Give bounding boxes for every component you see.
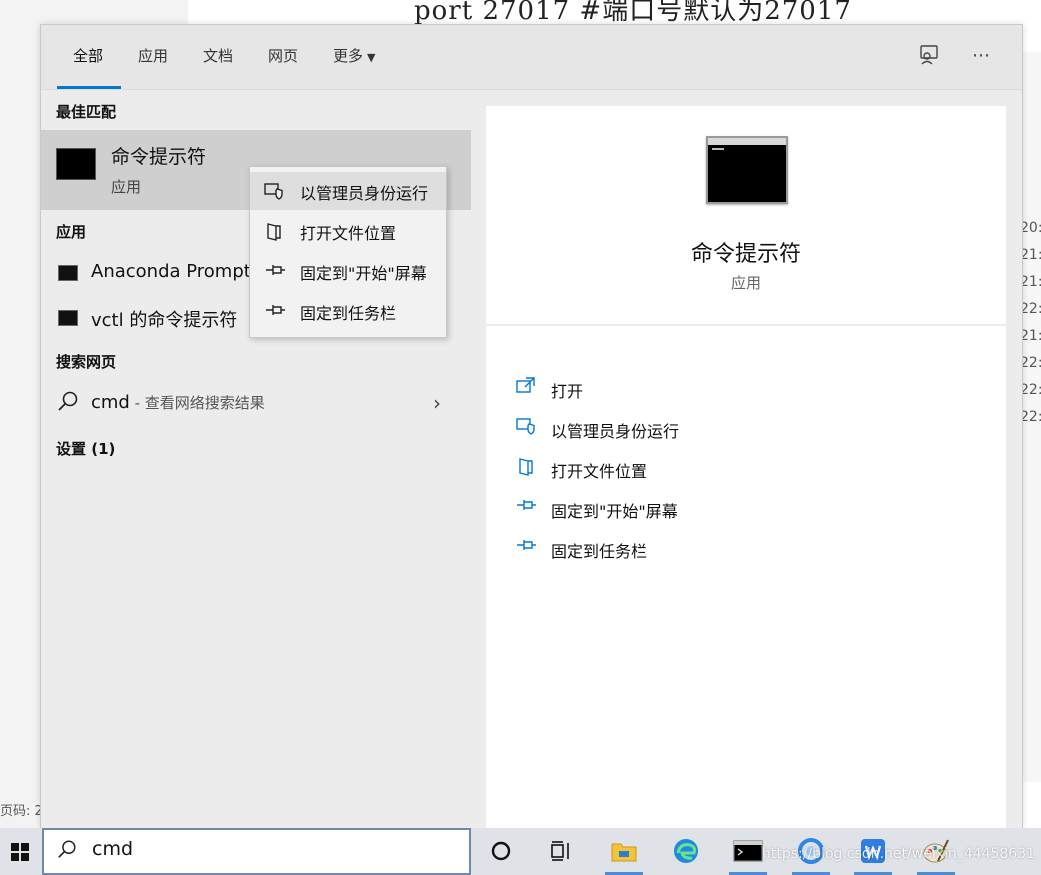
taskbar-search-box[interactable] [42,828,471,875]
start-button[interactable] [0,828,40,875]
pin-icon [264,302,285,320]
background-code-line: port 27017 #端口号默认为27017 [414,0,852,26]
time-cell: 21: [1020,247,1041,263]
feedback-icon[interactable] [917,43,941,67]
web-hint: - 查看网络搜索结果 [129,394,265,412]
search-tab-bar: 全部 应用 文档 网页 更多 ▼ ⋯ [41,25,1022,90]
action-label: 固定到任务栏 [551,542,648,561]
web-result-label: cmd - 查看网络搜索结果 [91,392,265,413]
tab-label: 网页 [268,47,299,65]
tab-label: 应用 [138,47,169,65]
chevron-down-icon: ▼ [367,51,376,64]
context-pin-to-taskbar[interactable]: 固定到任务栏 [250,292,446,330]
command-prompt-taskbar-icon[interactable] [733,836,763,866]
time-cell: 22: [1020,382,1041,398]
terminal-icon [58,265,78,281]
tab-web[interactable]: 网页 [268,45,298,66]
cortana-icon[interactable] [486,836,516,866]
action-pin-to-start[interactable]: 固定到"开始"屏幕 [486,488,1006,528]
tab-label: 全部 [73,47,104,65]
chevron-right-icon[interactable]: › [433,391,441,415]
windows-logo-icon [11,842,29,861]
watermark: https://blog.csdn.net/weixin_44458631 [762,846,1036,862]
action-pin-to-taskbar[interactable]: 固定到任务栏 [486,528,1006,568]
preview-panel: 命令提示符 应用 打开 以管理员身份运行 打开文件位置 固定到"开始"屏幕 固定… [486,106,1006,828]
open-icon [515,377,537,397]
task-view-icon[interactable] [546,836,576,866]
time-cell: 21: [1020,274,1041,290]
start-search-window: 全部 应用 文档 网页 更多 ▼ ⋯ 最佳匹配 命令提示符 应用 应用 Anaco… [40,24,1023,829]
background-footer: 页码: 2 [0,804,43,819]
admin-shield-icon [515,417,537,437]
action-label: 打开文件位置 [551,462,648,481]
time-cell: 21: [1020,328,1041,344]
tab-label: 文档 [203,47,234,65]
best-match-subtitle: 应用 [111,178,142,196]
context-menu: 以管理员身份运行 打开文件位置 固定到"开始"屏幕 固定到任务栏 [249,166,447,338]
web-search-result[interactable]: cmd - 查看网络搜索结果 › [41,384,471,424]
pin-icon [515,497,537,517]
context-item-label: 打开文件位置 [300,224,397,243]
context-pin-to-start[interactable]: 固定到"开始"屏幕 [250,252,446,290]
admin-shield-icon [264,182,284,200]
more-options-icon[interactable]: ⋯ [969,43,993,67]
edge-browser-icon[interactable] [671,836,701,866]
section-settings[interactable]: 设置 (1) [56,438,115,459]
best-match-title: 命令提示符 [111,146,207,168]
action-label: 打开 [551,382,584,401]
tab-all[interactable]: 全部 [73,45,103,66]
active-tab-indicator [57,86,121,89]
action-label: 以管理员身份运行 [551,422,680,441]
tab-label: 更多 [333,47,364,65]
pin-icon [515,537,537,557]
time-cell: 20: [1020,220,1041,236]
pin-icon [264,262,285,280]
preview-subtitle: 应用 [730,274,761,292]
tab-documents[interactable]: 文档 [203,45,233,66]
file-explorer-icon[interactable] [609,836,639,866]
folder-location-icon [264,222,284,241]
terminal-icon [58,310,78,326]
action-open-file-location[interactable]: 打开文件位置 [486,448,1006,488]
time-cell: 22: [1020,355,1041,371]
time-cell: 22: [1020,409,1041,425]
app-item-label: vctl 的命令提示符 [91,310,238,331]
preview-title: 命令提示符 [690,242,801,267]
app-item-label: Anaconda Prompt [91,261,251,282]
web-query: cmd [91,392,130,413]
search-icon [56,839,78,866]
command-prompt-icon [56,148,96,180]
context-item-label: 以管理员身份运行 [300,184,429,203]
context-open-file-location[interactable]: 打开文件位置 [250,212,446,250]
action-run-as-admin[interactable]: 以管理员身份运行 [486,408,1006,448]
context-item-label: 固定到"开始"屏幕 [300,264,427,283]
section-web: 搜索网页 [56,353,117,371]
section-apps: 应用 [56,223,87,241]
background-time-column: 20: 21: 21: 22: 21: 22: 22: 22: [1020,220,1041,436]
preview-divider [486,324,1006,326]
tab-more[interactable]: 更多 ▼ [333,45,375,66]
search-icon [56,390,80,418]
folder-location-icon [515,457,537,477]
time-cell: 22: [1020,301,1041,317]
context-item-label: 固定到任务栏 [300,304,397,323]
context-run-as-admin[interactable]: 以管理员身份运行 [250,172,446,210]
tab-apps[interactable]: 应用 [138,45,168,66]
action-label: 固定到"开始"屏幕 [551,502,678,521]
action-open[interactable]: 打开 [486,368,1006,408]
command-prompt-large-icon [706,136,788,204]
search-input[interactable] [90,837,454,861]
section-best-match: 最佳匹配 [56,103,117,121]
